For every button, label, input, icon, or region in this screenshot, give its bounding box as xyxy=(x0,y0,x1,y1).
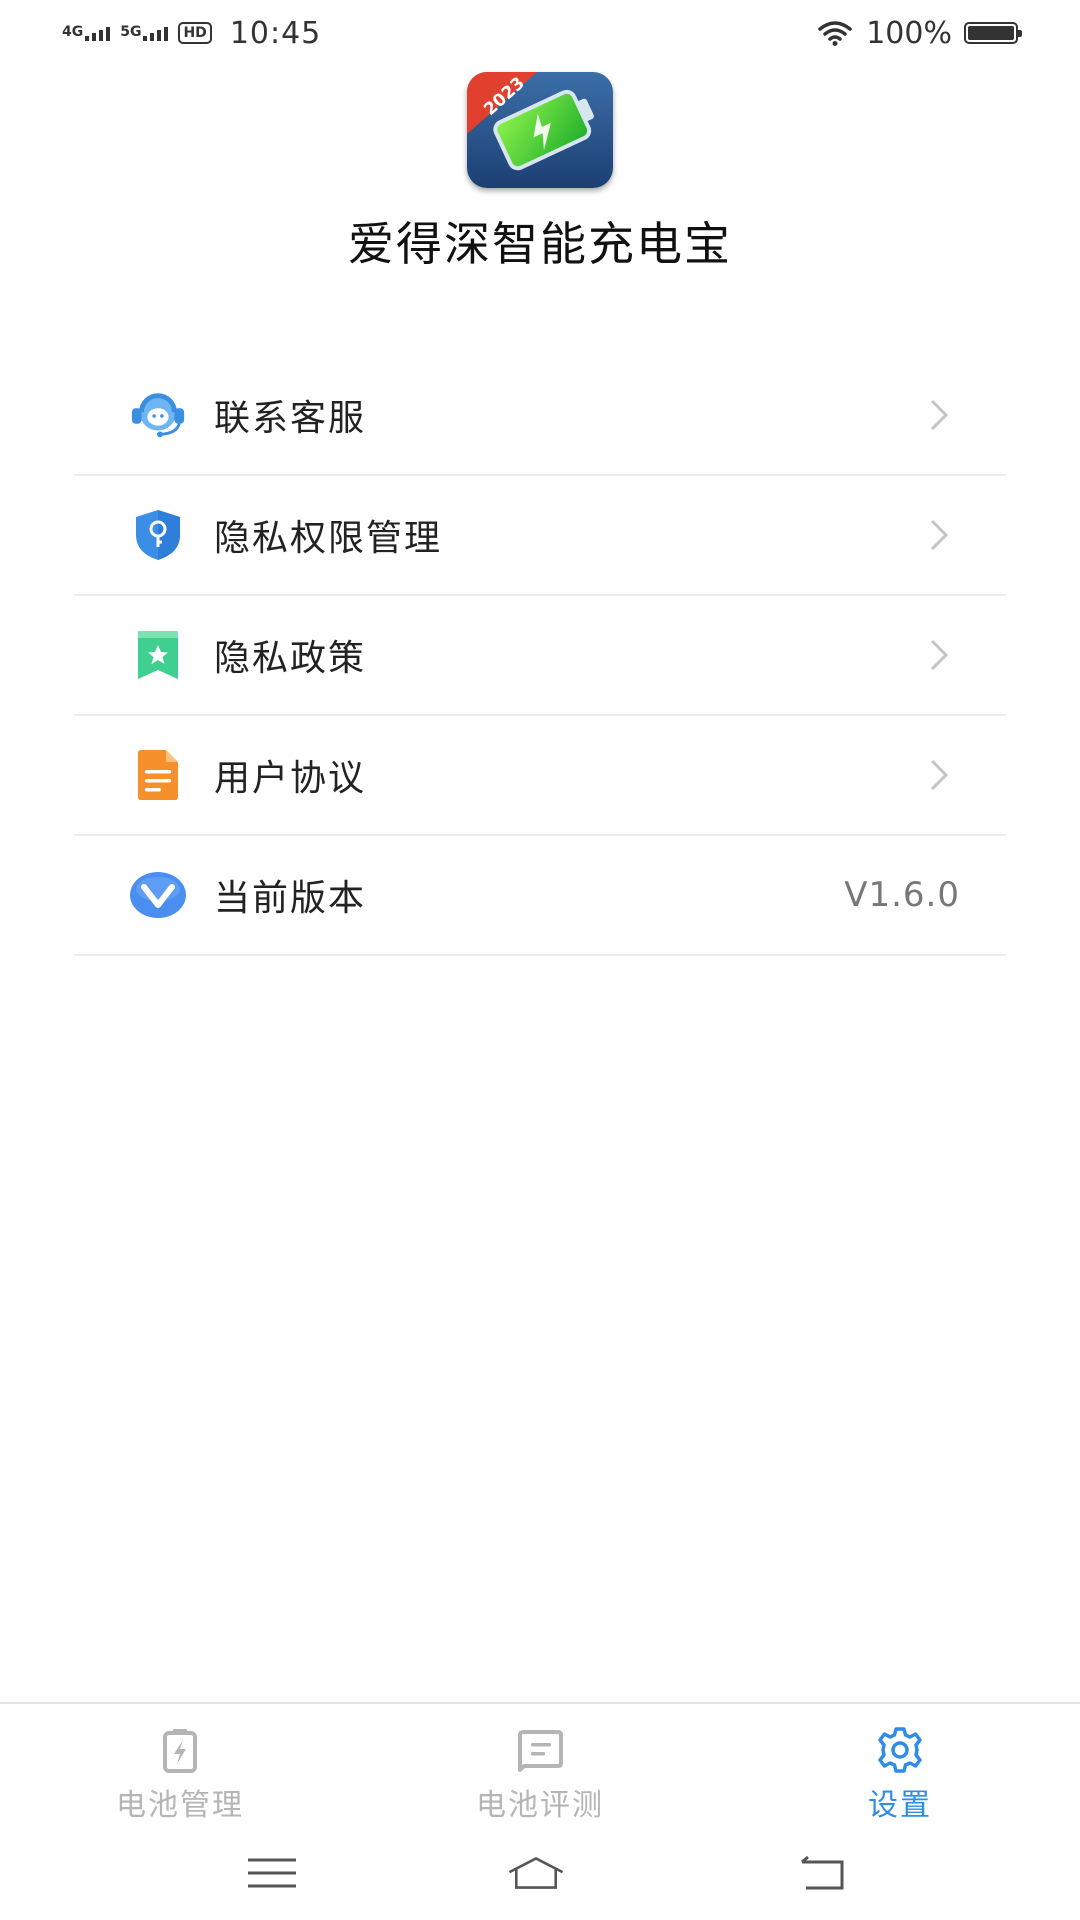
network-type-label: 5G xyxy=(120,24,142,40)
tab-battery-test[interactable]: 电池评测 xyxy=(360,1704,720,1832)
chevron-right-icon xyxy=(930,759,949,791)
menu-item-label: 隐私政策 xyxy=(214,638,367,679)
menu-item-contact-support[interactable]: 联系客服 xyxy=(74,356,1006,476)
app-title: 爱得深智能充电宝 xyxy=(348,217,732,271)
signal-icon xyxy=(85,25,111,41)
gear-icon xyxy=(878,1727,922,1773)
menu-item-privacy-policy[interactable]: 隐私政策 xyxy=(74,596,1006,716)
menu-item-label: 用户协议 xyxy=(214,758,367,799)
customer-service-icon xyxy=(128,385,188,445)
chevron-right-icon xyxy=(930,399,949,431)
signal-5g: 5G xyxy=(120,24,169,41)
system-navigation-bar xyxy=(0,1830,1080,1920)
status-right: 100% xyxy=(816,15,1022,51)
menu-icon[interactable] xyxy=(242,1848,302,1898)
shield-key-icon xyxy=(128,505,188,565)
document-icon xyxy=(128,745,188,805)
menu-item-user-agreement[interactable]: 用户协议 xyxy=(74,716,1006,836)
back-icon[interactable] xyxy=(794,1848,854,1898)
status-left: 4G 5G HD 10:45 xyxy=(62,16,321,51)
menu-item-current-version[interactable]: 当前版本 V1.6.0 xyxy=(74,836,1006,956)
menu-item-label: 联系客服 xyxy=(214,398,367,439)
tab-battery-management[interactable]: 电池管理 xyxy=(0,1704,360,1832)
settings-page: 4G 5G HD 10:45 100% 2023 爱得深智能充电宝 联系客服 隐… xyxy=(0,0,1080,1920)
battery-percent: 100% xyxy=(866,15,952,51)
network-type-label: 4G xyxy=(62,24,84,40)
home-icon[interactable] xyxy=(506,1848,566,1898)
tab-settings[interactable]: 设置 xyxy=(720,1704,1080,1832)
settings-menu: 联系客服 隐私权限管理 隐私政策 用户协议 当前版本 V1.6.0 xyxy=(74,356,1006,956)
clock: 10:45 xyxy=(229,15,322,51)
battery-icon xyxy=(964,22,1022,44)
hd-voice-icon: HD xyxy=(178,22,212,44)
bottom-tab-bar: 电池管理 电池评测 设置 xyxy=(0,1702,1080,1832)
battery-charging-app-icon: 2023 xyxy=(467,72,613,188)
signal-4g: 4G xyxy=(62,24,111,41)
chat-test-icon xyxy=(518,1730,563,1772)
status-bar: 4G 5G HD 10:45 100% xyxy=(0,0,1080,66)
bookmark-star-icon xyxy=(128,625,188,685)
tab-label: 电池管理 xyxy=(116,1788,244,1823)
chevron-right-icon xyxy=(930,519,949,551)
version-v-icon xyxy=(128,865,188,925)
chevron-right-icon xyxy=(930,639,949,671)
wifi-icon xyxy=(818,21,852,46)
tab-label: 设置 xyxy=(868,1788,932,1823)
menu-item-label: 隐私权限管理 xyxy=(214,518,443,559)
menu-item-label: 当前版本 xyxy=(214,878,367,919)
battery-icon xyxy=(163,1729,197,1773)
menu-item-privacy-permissions[interactable]: 隐私权限管理 xyxy=(74,476,1006,596)
tab-label: 电池评测 xyxy=(476,1788,604,1823)
version-number: V1.6.0 xyxy=(844,875,960,915)
signal-icon xyxy=(143,25,169,41)
